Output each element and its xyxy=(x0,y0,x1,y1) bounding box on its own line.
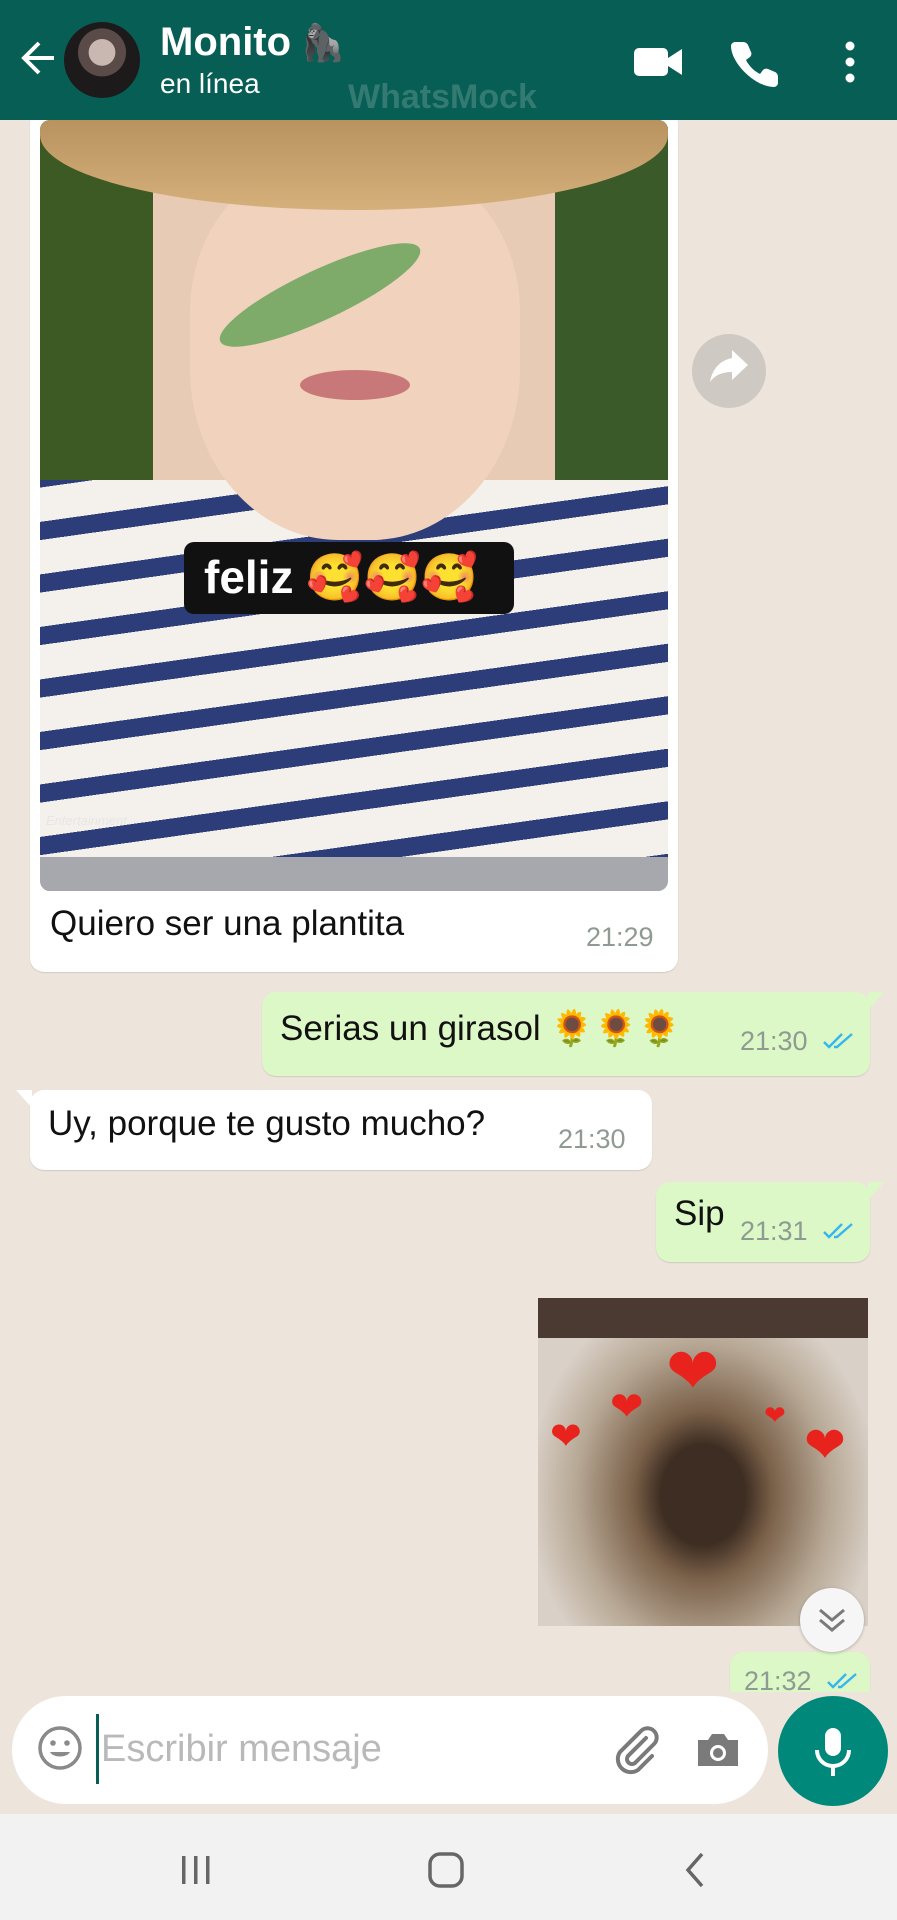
more-options-icon[interactable] xyxy=(822,34,878,90)
forward-button[interactable] xyxy=(692,334,766,408)
contact-name[interactable]: Monito xyxy=(160,20,291,65)
app-watermark: WhatsMock xyxy=(348,78,537,116)
message-time: 21:31 xyxy=(740,1216,808,1246)
camera-icon[interactable] xyxy=(690,1722,746,1778)
contact-avatar[interactable] xyxy=(64,22,140,98)
message-time: 21:32 xyxy=(744,1666,812,1692)
message-time: 21:30 xyxy=(740,1026,808,1056)
video-call-icon[interactable] xyxy=(630,34,686,90)
photo-caption-overlay: feliz 🥰🥰🥰 xyxy=(184,542,514,614)
attach-icon[interactable] xyxy=(608,1722,664,1778)
phone-call-icon[interactable] xyxy=(728,34,784,90)
message-outgoing[interactable]: Serias un girasol 🌻🌻🌻 21:30 xyxy=(262,992,884,1076)
forward-icon xyxy=(710,350,748,382)
photo-watermark: Entertainment xyxy=(46,813,127,828)
contact-name-emoji: 🦍 xyxy=(300,22,345,63)
chat-header: Monito 🦍 en línea WhatsMock xyxy=(0,0,897,120)
voice-record-button[interactable] xyxy=(778,1696,888,1806)
double-chevron-down-icon xyxy=(819,1608,845,1632)
heart-icon: ❤ xyxy=(666,1335,720,1407)
home-icon[interactable] xyxy=(424,1848,468,1892)
heart-icon: ❤ xyxy=(550,1416,582,1458)
heart-icon: ❤ xyxy=(764,1400,786,1430)
contact-status: en línea xyxy=(160,68,260,99)
message-incoming[interactable]: Uy, porque te gusto mucho? 21:30 xyxy=(16,1090,652,1170)
read-receipt-icon xyxy=(827,1673,857,1689)
message-sticker[interactable]: ❤ ❤ ❤ ❤ ❤ xyxy=(538,1298,868,1626)
message-time: 21:29 xyxy=(586,922,654,952)
heart-icon: ❤ xyxy=(610,1385,644,1429)
message-incoming-image[interactable]: feliz 🥰🥰🥰 Entertainment Quiero ser una p… xyxy=(30,120,678,972)
message-composer xyxy=(12,1696,768,1804)
microphone-icon xyxy=(815,1728,851,1776)
back-nav-icon[interactable] xyxy=(674,1848,718,1892)
message-text: Quiero ser una plantita xyxy=(50,904,405,943)
read-receipt-icon xyxy=(823,1223,853,1239)
message-text: Serias un girasol 🌻🌻🌻 xyxy=(280,1009,682,1048)
recent-apps-icon[interactable] xyxy=(174,1848,218,1892)
system-navigation-bar xyxy=(0,1814,897,1920)
scroll-to-bottom-button[interactable] xyxy=(800,1588,864,1652)
heart-icon: ❤ xyxy=(804,1417,846,1473)
emoji-icon[interactable] xyxy=(34,1722,86,1774)
message-text: Uy, porque te gusto mucho? xyxy=(48,1104,486,1143)
chat-area[interactable]: feliz 🥰🥰🥰 Entertainment Quiero ser una p… xyxy=(0,120,897,1692)
message-text: Sip xyxy=(674,1194,725,1233)
message-time: 21:30 xyxy=(558,1124,626,1154)
message-photo[interactable]: feliz 🥰🥰🥰 Entertainment xyxy=(40,120,668,891)
message-outgoing[interactable]: Sip 21:31 xyxy=(656,1182,884,1262)
read-receipt-icon xyxy=(823,1033,853,1049)
back-arrow-icon[interactable] xyxy=(14,34,62,82)
message-input[interactable] xyxy=(96,1714,596,1784)
sticker-time-badge: 21:32 xyxy=(730,1652,870,1692)
